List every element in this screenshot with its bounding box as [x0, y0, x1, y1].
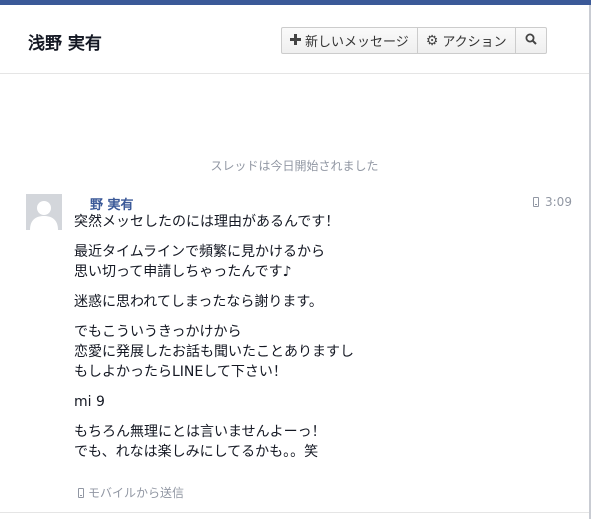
message-paragraph: 迷惑に思われてしまったなら謝ります。 — [74, 294, 323, 310]
mobile-phone-icon — [533, 197, 539, 207]
conversation-header: 浅野 実有 新しいメッセージ ⚙ アクション — [0, 5, 589, 74]
message-source: モバイルから送信 — [78, 484, 184, 501]
message-paragraph: 突然メッセしたのには理由があるんです！ — [74, 214, 340, 230]
mobile-phone-icon — [78, 487, 84, 498]
conversation-title: 浅野 実有 — [28, 34, 102, 54]
message-paragraph: 最近タイムラインで頻繁に見かけるから 思い切って申請しちゃったんです♪ — [74, 244, 326, 280]
message-body: 突然メッセしたのには理由があるんです！ 最近タイムラインで頻繁に見かけるから 思… — [74, 212, 544, 472]
default-avatar-icon — [26, 194, 62, 230]
search-button[interactable] — [516, 28, 546, 53]
message-time-label: 3:09 — [545, 195, 572, 209]
new-message-label: 新しいメッセージ — [305, 35, 409, 50]
message-time: 3:09 — [533, 195, 572, 209]
message-paragraph: mi 9 — [74, 394, 105, 410]
message-paragraph: もちろん無理にとは言いませんよーっ！ でも、れなは楽しみにしてるかも。。笑 — [74, 424, 326, 460]
thread-start-notice: スレッドは今日開始されました — [210, 159, 379, 173]
sender-name[interactable]: 野 実有 — [90, 194, 134, 213]
header-button-group: 新しいメッセージ ⚙ アクション — [281, 27, 547, 54]
message-source-label: モバイルから送信 — [88, 486, 185, 500]
sender-avatar[interactable] — [26, 194, 62, 230]
plus-icon — [290, 33, 301, 49]
bottom-divider — [0, 512, 589, 513]
actions-button[interactable]: ⚙ アクション — [418, 28, 516, 53]
message-paragraph: でもこういうきっかけから 恋愛に発展したお話も聞いたことありますし もしよかった… — [74, 324, 354, 380]
search-icon — [525, 33, 537, 49]
new-message-button[interactable]: 新しいメッセージ — [282, 28, 418, 53]
actions-label: アクション — [442, 35, 507, 50]
gear-icon: ⚙ — [425, 32, 439, 49]
